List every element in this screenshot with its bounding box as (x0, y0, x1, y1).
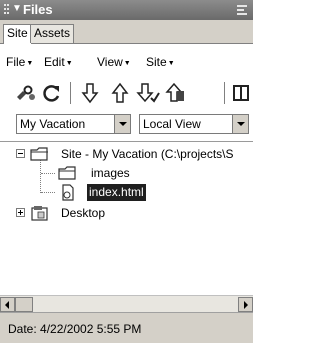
tree-item-label: images (91, 166, 130, 180)
menu-file-label: File (6, 55, 26, 69)
html-file-icon (62, 184, 74, 201)
toolbar-separator (224, 82, 225, 104)
tree-item-label: Site - My Vacation (C:\projects\S (61, 147, 234, 161)
tree-item-desktop[interactable]: Desktop (0, 204, 253, 223)
collapse-arrow-icon[interactable]: ▼ (12, 3, 22, 14)
grip-icon[interactable] (4, 4, 9, 16)
scroll-right-button[interactable] (238, 297, 253, 312)
view-select-value: Local View (143, 117, 201, 131)
put-files-icon[interactable] (108, 81, 132, 105)
menu-view-label: View (97, 55, 123, 69)
check-in-icon[interactable] (162, 81, 186, 105)
tree-item-images[interactable]: images (0, 164, 253, 183)
site-select[interactable]: My Vacation (16, 114, 131, 134)
toolbar (0, 78, 253, 108)
scroll-thumb[interactable] (15, 297, 33, 312)
menu-caret-icon: ▼ (65, 60, 73, 67)
refresh-icon[interactable] (40, 81, 64, 105)
tree-item-site[interactable]: Site - My Vacation (C:\projects\S (0, 145, 253, 164)
scroll-left-button[interactable] (0, 297, 15, 312)
options-menu-icon[interactable] (237, 5, 247, 15)
tree-item-index-html[interactable]: index.html (0, 183, 253, 202)
menu-edit[interactable]: Edit▼ (44, 55, 73, 69)
folder-icon (58, 166, 76, 180)
chevron-down-icon[interactable] (232, 115, 248, 133)
horizontal-scrollbar[interactable] (0, 295, 253, 312)
menu-caret-icon: ▼ (167, 60, 175, 67)
menu-site[interactable]: Site▼ (146, 55, 175, 69)
panel-title-bar[interactable]: ▼ Files (0, 0, 253, 20)
tab-site[interactable]: Site (3, 24, 32, 44)
menu-file[interactable]: File▼ (6, 55, 33, 69)
menu-bar: File▼ Edit▼ View▼ Site▼ (0, 44, 253, 78)
menu-caret-icon: ▼ (123, 60, 131, 67)
expand-icon[interactable] (230, 81, 253, 105)
tab-assets[interactable]: Assets (30, 24, 75, 43)
connect-icon[interactable] (14, 81, 38, 105)
get-files-icon[interactable] (78, 81, 102, 105)
tree-item-label: index.html (87, 184, 146, 201)
files-panel: ▼ Files Site Assets File▼ Edit▼ View▼ Si… (0, 0, 253, 343)
status-bar: Date: 4/22/2002 5:55 PM (0, 312, 253, 343)
tree-item-label: Desktop (61, 206, 106, 220)
collapse-toggle[interactable] (16, 149, 25, 158)
menu-edit-label: Edit (44, 55, 65, 69)
status-date: Date: 4/22/2002 5:55 PM (8, 322, 142, 336)
menu-site-label: Site (146, 55, 167, 69)
site-folder-icon (30, 147, 48, 161)
panel-title: Files (23, 2, 53, 17)
file-tree[interactable]: Site - My Vacation (C:\projects\S images… (0, 142, 253, 295)
site-select-value: My Vacation (20, 117, 86, 131)
menu-view[interactable]: View▼ (97, 55, 131, 69)
site-selector-row: My Vacation Local View (0, 108, 253, 142)
view-select[interactable]: Local View (139, 114, 249, 134)
desktop-icon (31, 206, 48, 221)
panel-tabs: Site Assets (0, 20, 253, 44)
menu-caret-icon: ▼ (26, 60, 34, 67)
toolbar-separator (70, 82, 71, 104)
expand-toggle[interactable] (16, 208, 25, 217)
chevron-down-icon[interactable] (114, 115, 130, 133)
check-out-icon[interactable] (136, 81, 160, 105)
